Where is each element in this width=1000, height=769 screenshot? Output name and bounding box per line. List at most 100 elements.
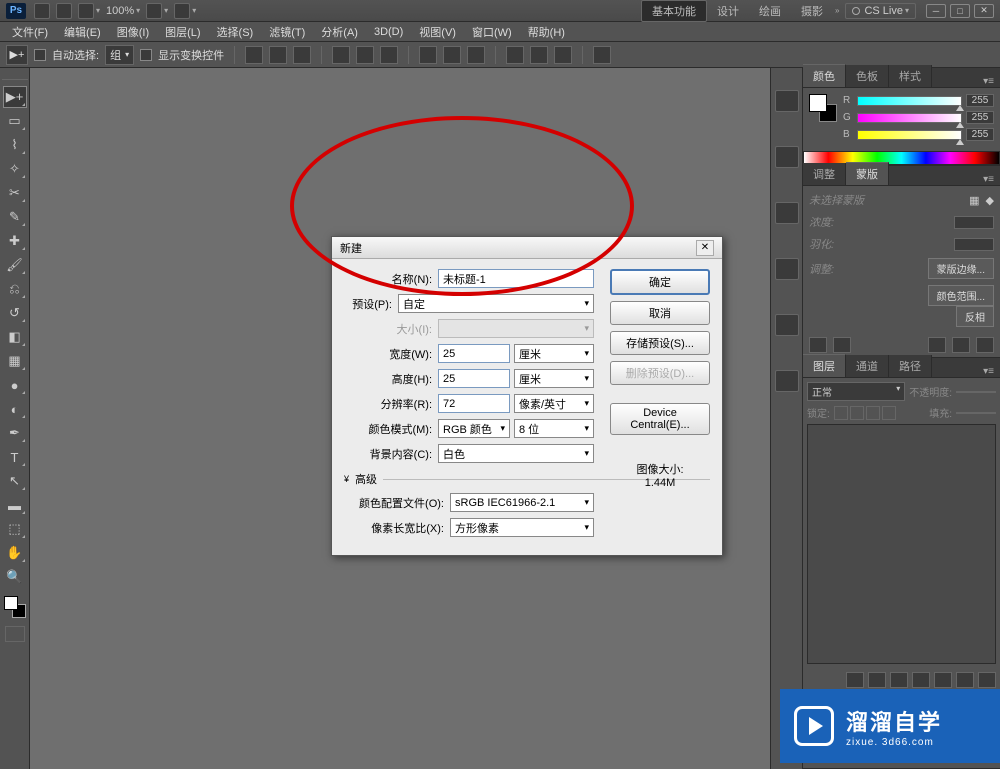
workspace-more-icon[interactable]: » [835, 6, 839, 15]
fill-value[interactable] [956, 412, 996, 414]
color-swatch[interactable] [4, 596, 26, 618]
layers-panel-menu-icon[interactable]: ▾≡ [977, 366, 1000, 377]
align-icon-4[interactable] [332, 46, 350, 64]
profile-dropdown[interactable]: sRGB IEC61966-2.1 [450, 493, 594, 512]
dialog-close-button[interactable]: ✕ [696, 240, 714, 256]
blur-tool[interactable]: ● [3, 374, 27, 396]
resolution-unit-dropdown[interactable]: 像素/英寸 [514, 394, 594, 413]
menu-window[interactable]: 窗口(W) [464, 24, 520, 40]
zoom-tool[interactable]: 🔍 [3, 566, 27, 588]
g-slider[interactable] [857, 113, 962, 123]
dock-icon-6[interactable] [775, 370, 799, 392]
distribute-icon-3[interactable] [467, 46, 485, 64]
tab-swatches[interactable]: 色板 [846, 65, 889, 87]
wand-tool[interactable]: ✧ [3, 158, 27, 180]
dock-icon-2[interactable] [775, 146, 799, 168]
panel-color-swatch[interactable] [809, 94, 837, 122]
tab-masks[interactable]: 蒙版 [846, 162, 889, 185]
adjustment-layer-icon[interactable] [912, 672, 930, 688]
menu-select[interactable]: 选择(S) [209, 24, 262, 40]
tab-paths[interactable]: 路径 [889, 355, 932, 377]
menu-3d[interactable]: 3D(D) [366, 26, 411, 38]
mask-panel-menu-icon[interactable]: ▾≡ [977, 174, 1000, 185]
r-value[interactable]: 255 [966, 94, 994, 107]
move-tool[interactable]: ▶+ [3, 86, 27, 108]
align-icon-2[interactable] [269, 46, 287, 64]
heal-tool[interactable]: ✚ [3, 230, 27, 252]
pen-tool[interactable]: ✒ [3, 422, 27, 444]
b-value[interactable]: 255 [966, 128, 994, 141]
dialog-titlebar[interactable]: 新建 ✕ [332, 237, 722, 259]
lock-position-icon[interactable] [866, 406, 880, 420]
stamp-tool[interactable]: ⎌ [3, 278, 27, 300]
workspace-design[interactable]: 设计 [707, 1, 749, 21]
dock-icon-4[interactable] [775, 258, 799, 280]
width-unit-dropdown[interactable]: 厘米 [514, 344, 594, 363]
mask-foot-icon-1[interactable] [809, 337, 827, 353]
eraser-tool[interactable]: ◧ [3, 326, 27, 348]
distribute-icon-4[interactable] [506, 46, 524, 64]
titlebar-icon-5[interactable]: ▾ [174, 3, 196, 19]
menu-analysis[interactable]: 分析(A) [313, 24, 366, 40]
tab-layers[interactable]: 图层 [803, 354, 846, 377]
marquee-tool[interactable]: ▭ [3, 110, 27, 132]
quickmask-toggle[interactable] [5, 626, 25, 642]
brush-tool[interactable]: 🖌 [3, 254, 27, 276]
3d-tool[interactable]: ⬚ [3, 518, 27, 540]
menu-edit[interactable]: 编辑(E) [56, 24, 109, 40]
g-value[interactable]: 255 [966, 111, 994, 124]
eyedropper-tool[interactable]: ✎ [3, 206, 27, 228]
menu-view[interactable]: 视图(V) [411, 24, 464, 40]
mask-foot-icon-4[interactable] [952, 337, 970, 353]
background-dropdown[interactable]: 白色 [438, 444, 594, 463]
distribute-icon-1[interactable] [419, 46, 437, 64]
gradient-tool[interactable]: ▦ [3, 350, 27, 372]
tab-color[interactable]: 颜色 [803, 64, 846, 87]
titlebar-icon-2[interactable] [56, 3, 72, 19]
window-maximize-button[interactable]: □ [950, 4, 970, 18]
workspace-paint[interactable]: 绘画 [749, 1, 791, 21]
titlebar-icon-1[interactable] [34, 3, 50, 19]
mask-vector-icon[interactable]: ◆ [986, 194, 994, 207]
type-tool[interactable]: T [3, 446, 27, 468]
menu-help[interactable]: 帮助(H) [520, 24, 573, 40]
colormode-dropdown[interactable]: RGB 颜色 [438, 419, 510, 438]
lock-all-icon[interactable] [882, 406, 896, 420]
aspect-dropdown[interactable]: 方形像素 [450, 518, 594, 537]
align-icon-5[interactable] [356, 46, 374, 64]
preset-dropdown[interactable]: 自定 [398, 294, 594, 313]
advanced-chevron-icon[interactable]: ¥ [344, 474, 349, 484]
colorrange-button[interactable]: 颜色范围... [928, 285, 994, 306]
workspace-basic[interactable]: 基本功能 [641, 0, 707, 22]
height-input[interactable] [438, 369, 510, 388]
path-tool[interactable]: ↖ [3, 470, 27, 492]
dock-icon-3[interactable] [775, 202, 799, 224]
titlebar-icon-3[interactable]: ▾ [78, 3, 100, 19]
lasso-tool[interactable]: ⌇ [3, 134, 27, 156]
height-unit-dropdown[interactable]: 厘米 [514, 369, 594, 388]
r-slider[interactable] [857, 96, 962, 106]
link-layers-icon[interactable] [846, 672, 864, 688]
tab-styles[interactable]: 样式 [889, 65, 932, 87]
distribute-icon-6[interactable] [554, 46, 572, 64]
opacity-value[interactable] [956, 391, 996, 393]
menu-layer[interactable]: 图层(L) [157, 24, 208, 40]
hand-tool[interactable]: ✋ [3, 542, 27, 564]
distribute-icon-5[interactable] [530, 46, 548, 64]
name-input[interactable] [438, 269, 594, 288]
ok-button[interactable]: 确定 [610, 269, 710, 295]
blendmode-dropdown[interactable]: 正常 [807, 382, 905, 401]
arrange-icon[interactable] [593, 46, 611, 64]
width-input[interactable] [438, 344, 510, 363]
workspace-photo[interactable]: 摄影 [791, 1, 833, 21]
layer-mask-icon[interactable] [890, 672, 908, 688]
mask-pixel-icon[interactable]: ▦ [969, 194, 979, 207]
layer-fx-icon[interactable] [868, 672, 886, 688]
dock-icon-1[interactable] [775, 90, 799, 112]
current-tool-icon[interactable]: ▶+ [6, 45, 28, 65]
invert-button[interactable]: 反相 [956, 306, 994, 327]
align-icon-6[interactable] [380, 46, 398, 64]
resolution-input[interactable] [438, 394, 510, 413]
align-icon-1[interactable] [245, 46, 263, 64]
history-brush-tool[interactable]: ↺ [3, 302, 27, 324]
